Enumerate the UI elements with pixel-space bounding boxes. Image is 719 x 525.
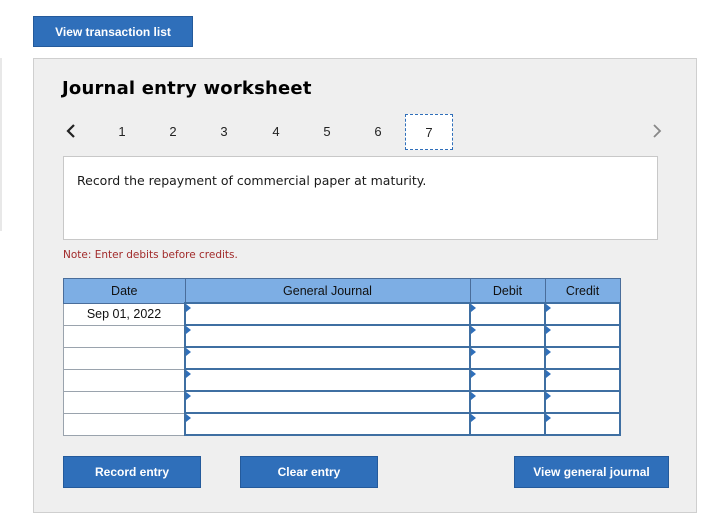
clear-entry-button[interactable]: Clear entry: [240, 456, 378, 488]
credit-input[interactable]: [544, 324, 621, 348]
table-row: [63, 324, 621, 348]
account-input[interactable]: [184, 412, 471, 436]
credit-input[interactable]: [544, 412, 621, 436]
date-cell: [63, 346, 186, 370]
page-1[interactable]: 1: [110, 119, 134, 143]
debit-input[interactable]: [469, 368, 546, 392]
header-general-journal: General Journal: [184, 278, 471, 304]
page-3[interactable]: 3: [212, 119, 236, 143]
header-date: Date: [63, 278, 186, 304]
instruction-text: Record the repayment of commercial paper…: [77, 173, 427, 188]
debit-input[interactable]: [469, 412, 546, 436]
debit-input[interactable]: [469, 324, 546, 348]
page-4[interactable]: 4: [264, 119, 288, 143]
header-credit: Credit: [544, 278, 621, 304]
header-debit: Debit: [469, 278, 546, 304]
credit-input[interactable]: [544, 346, 621, 370]
account-input[interactable]: [184, 324, 471, 348]
page-navigator: 1 2 3 4 5 6 7: [34, 114, 698, 150]
debit-input[interactable]: [469, 346, 546, 370]
account-input[interactable]: [184, 368, 471, 392]
page-5[interactable]: 5: [315, 119, 339, 143]
instruction-box: Record the repayment of commercial paper…: [63, 156, 658, 240]
debit-input[interactable]: [469, 302, 546, 326]
table-row: Sep 01, 2022: [63, 302, 621, 326]
table-row: [63, 390, 621, 414]
debit-input[interactable]: [469, 390, 546, 414]
left-edge-line: [0, 58, 2, 231]
credit-input[interactable]: [544, 368, 621, 392]
credit-input[interactable]: [544, 390, 621, 414]
record-entry-button[interactable]: Record entry: [63, 456, 201, 488]
page-6[interactable]: 6: [366, 119, 390, 143]
account-input[interactable]: [184, 390, 471, 414]
worksheet-title: Journal entry worksheet: [62, 78, 312, 99]
account-input[interactable]: [184, 346, 471, 370]
account-input[interactable]: [184, 302, 471, 326]
date-cell: [63, 390, 186, 414]
date-cell: [63, 412, 186, 436]
page-2[interactable]: 2: [161, 119, 185, 143]
note-text: Note: Enter debits before credits.: [63, 249, 238, 261]
date-cell: [63, 368, 186, 392]
credit-input[interactable]: [544, 302, 621, 326]
table-header-row: Date General Journal Debit Credit: [63, 278, 621, 304]
page-7-active[interactable]: 7: [405, 114, 453, 150]
chevron-right-icon[interactable]: [649, 119, 665, 143]
journal-entry-worksheet-panel: Journal entry worksheet 1 2 3 4 5 6 7 Re…: [33, 58, 697, 513]
table-row: [63, 346, 621, 370]
view-general-journal-button[interactable]: View general journal: [514, 456, 669, 488]
table-row: [63, 412, 621, 436]
journal-table: Date General Journal Debit Credit Sep 01…: [63, 278, 621, 436]
date-cell: [63, 324, 186, 348]
chevron-left-icon[interactable]: [63, 119, 79, 143]
date-cell: Sep 01, 2022: [63, 302, 186, 326]
table-row: [63, 368, 621, 392]
view-transaction-list-button[interactable]: View transaction list: [33, 16, 193, 47]
